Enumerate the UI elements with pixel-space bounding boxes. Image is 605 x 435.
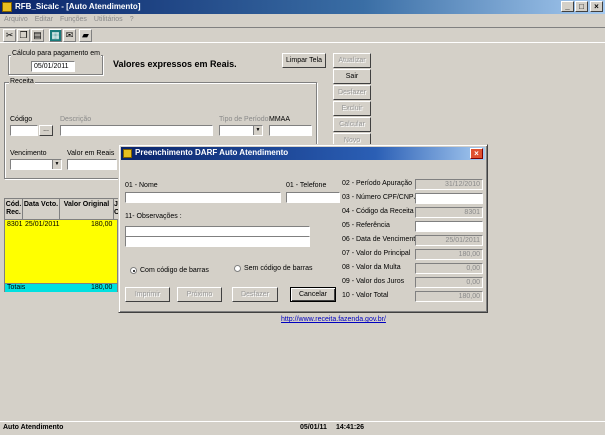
grid-header-codigo: Cód. Rec. — [5, 199, 23, 220]
minimize-button[interactable]: _ — [561, 1, 574, 12]
table-row[interactable]: 8301 25/01/2011 180,00 — [5, 221, 119, 230]
field-principal: 180,00 — [415, 249, 483, 260]
status-text: Auto Atendimento — [3, 424, 64, 431]
radio-sem-codigo[interactable] — [234, 265, 241, 272]
valor-reais-field[interactable] — [67, 159, 117, 170]
radio-sem-codigo-label[interactable]: Sem código de barras — [244, 265, 312, 272]
receita-link[interactable]: http://www.receita.fazenda.gov.br/ — [281, 316, 386, 323]
field-label-principal: 07 - Valor do Principal — [342, 250, 411, 257]
dialog-title: Preenchimento DARF Auto Atendimento — [135, 148, 289, 157]
darf-dialog: Preenchimento DARF Auto Atendimento × 01… — [118, 144, 488, 313]
status-time: 14:41:26 — [336, 424, 365, 431]
descricao-field[interactable] — [60, 125, 213, 136]
field-label-juros: 09 - Valor dos Juros — [342, 278, 405, 285]
field-codigo-receita: 8301 — [415, 207, 483, 218]
chevron-down-icon[interactable]: ▼ — [52, 160, 61, 169]
calculator-icon[interactable]: ▦ — [49, 29, 62, 42]
menu-arquivo[interactable]: Arquivo — [4, 16, 28, 23]
proximo-button[interactable]: Próximo — [177, 287, 222, 302]
observacoes-label: 11- Observações : — [125, 213, 182, 220]
field-referencia[interactable] — [415, 221, 483, 232]
codigo-field[interactable] — [10, 125, 38, 136]
receita-grid: Cód. Rec. Data Vcto. Valor Original Ju O… — [4, 198, 119, 292]
descricao-label: Descrição — [60, 116, 92, 123]
copy-icon[interactable]: ❐ — [17, 29, 30, 42]
totals-label: Totais — [7, 284, 26, 291]
imprimir-button[interactable]: Imprimir — [125, 287, 170, 302]
calc-date-label: Cálculo para pagamento em — [11, 50, 101, 57]
field-label-multa: 08 - Valor da Multa — [342, 264, 401, 271]
field-total: 180,00 — [415, 291, 483, 302]
grid-header-valor: Valor Original — [60, 199, 114, 220]
nome-field[interactable] — [125, 192, 281, 203]
chevron-down-icon[interactable]: ▼ — [253, 126, 262, 135]
field-cpf[interactable] — [415, 193, 483, 204]
codigo-browse-button[interactable]: ... — [39, 125, 53, 136]
menu-bar: Arquivo Editar Funções Utilitários? — [4, 16, 141, 23]
mail-icon[interactable]: ✉ — [63, 29, 76, 42]
telefone-label: 01 - Telefone — [286, 182, 327, 189]
vencimento-combo[interactable]: ▼ — [10, 159, 62, 170]
atualizar-button[interactable]: Atualizar — [333, 53, 371, 68]
toolbar: ✂ ❐ ▤ ▦ ✉ ▰ — [0, 27, 605, 43]
telefone-field[interactable] — [286, 192, 340, 203]
row-valor: 180,00 — [91, 221, 113, 228]
excluir-button[interactable]: Excluir — [333, 101, 371, 116]
field-label-total: 10 - Valor Total — [342, 292, 389, 299]
receita-label: Receita — [9, 78, 35, 85]
radio-com-codigo-label[interactable]: Com código de barras — [140, 267, 209, 274]
field-label-referencia: 05 - Referência — [342, 222, 390, 229]
calc-date-field[interactable]: 05/01/2011 — [31, 61, 75, 72]
mmaa-field[interactable] — [269, 125, 312, 136]
app-icon — [2, 2, 12, 12]
main-title-bar: RFB_Sicalc - [Auto Atendimento] _ □ × — [0, 0, 605, 14]
menu-help[interactable]: ? — [130, 16, 134, 23]
field-label-periodo: 02 - Período Apuração — [342, 180, 413, 187]
grid-header-data: Data Vcto. — [23, 199, 60, 220]
field-label-codigo-receita: 04 - Código da Receita — [342, 208, 414, 215]
nome-label: 01 - Nome — [125, 182, 158, 189]
mmaa-label: MMAA — [269, 116, 290, 123]
maximize-button[interactable]: □ — [575, 1, 588, 12]
status-date: 05/01/11 — [300, 424, 327, 431]
field-label-vencimento: 06 - Data de Vencimento — [342, 236, 420, 243]
field-multa: 0,00 — [415, 263, 483, 274]
totals-value: 180,00 — [91, 284, 113, 291]
dialog-desfazer-button[interactable]: Desfazer — [232, 287, 278, 302]
row-data: 25/01/2011 — [25, 221, 60, 228]
dialog-close-button[interactable]: × — [470, 148, 483, 159]
limpar-tela-button[interactable]: Limpar Tela — [282, 53, 326, 68]
currency-text: Valores expressos em Reais. — [113, 59, 237, 69]
vencimento-label: Vencimento — [10, 150, 47, 157]
menu-funcoes[interactable]: Funções — [60, 16, 87, 23]
desfazer-button[interactable]: Desfazer — [333, 85, 371, 100]
menu-utilitarios[interactable]: Utilitários — [94, 16, 123, 23]
tipo-periodo-label: Tipo de Período — [219, 116, 269, 123]
field-label-cpf: 03 - Número CPF/CNPJ — [342, 194, 418, 201]
field-vencimento: 25/01/2011 — [415, 235, 483, 246]
cut-icon[interactable]: ✂ — [3, 29, 16, 42]
calcular-button[interactable]: Calcular — [333, 117, 371, 132]
close-button[interactable]: × — [590, 1, 603, 12]
valor-reais-label: Valor em Reais — [67, 150, 115, 157]
dialog-title-bar: Preenchimento DARF Auto Atendimento × — [121, 147, 485, 160]
codigo-label: Código — [10, 116, 33, 123]
menu-editar[interactable]: Editar — [35, 16, 53, 23]
field-periodo: 31/12/2010 — [415, 179, 483, 190]
book-icon[interactable]: ▰ — [79, 29, 92, 42]
tipo-periodo-combo[interactable]: ▼ — [219, 125, 263, 136]
window-title: RFB_Sicalc - [Auto Atendimento] — [15, 2, 141, 11]
sair-button[interactable]: Sair — [333, 69, 371, 84]
radio-com-codigo[interactable] — [130, 267, 137, 274]
paste-icon[interactable]: ▤ — [31, 29, 44, 42]
grid-totals-row: Totais 180,00 — [5, 283, 117, 292]
dialog-icon — [123, 149, 132, 158]
row-codigo: 8301 — [7, 221, 23, 228]
cancelar-button[interactable]: Cancelar — [290, 287, 336, 302]
field-juros: 0,00 — [415, 277, 483, 288]
status-bar: Auto Atendimento 05/01/11 14:41:26 — [0, 421, 605, 435]
observacoes-line-2[interactable] — [125, 236, 310, 247]
